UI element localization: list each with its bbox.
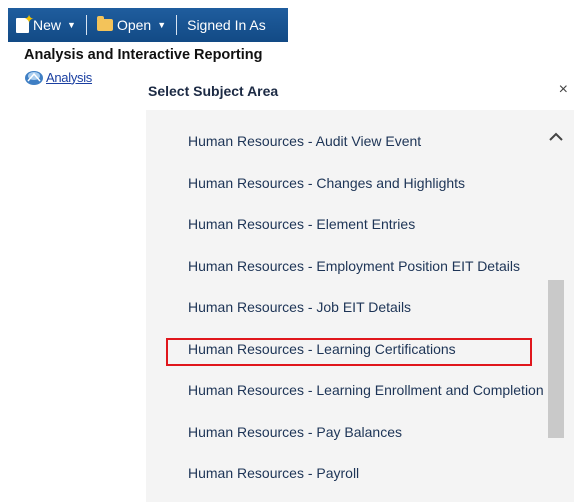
- signed-in-menu[interactable]: Signed In As: [187, 8, 266, 42]
- open-label: Open: [116, 17, 152, 33]
- list-item[interactable]: Human Resources - Pay Balances: [188, 424, 402, 440]
- new-label: New: [33, 17, 62, 33]
- list-item[interactable]: Human Resources - Changes and Highlights: [188, 175, 465, 191]
- list-item[interactable]: Human Resources - Audit View Event: [188, 133, 421, 149]
- scroll-up-arrow-icon[interactable]: [549, 132, 563, 142]
- open-menu-button[interactable]: Open ▼: [96, 8, 167, 42]
- chevron-down-icon: ▼: [67, 20, 76, 30]
- list-item[interactable]: Human Resources - Employment Position EI…: [188, 258, 520, 274]
- analysis-link[interactable]: Analysis: [46, 70, 92, 85]
- list-item[interactable]: Human Resources - Element Entries: [188, 216, 415, 232]
- analysis-icon: [25, 71, 43, 85]
- list-item[interactable]: Human Resources - Learning Enrollment an…: [188, 382, 544, 398]
- list-item[interactable]: Human Resources - Job EIT Details: [188, 299, 411, 315]
- close-icon[interactable]: ×: [559, 82, 568, 98]
- list-item[interactable]: Human Resources - Payroll: [188, 465, 359, 481]
- section-heading: Analysis and Interactive Reporting: [24, 47, 263, 63]
- toolbar-divider: [176, 15, 178, 35]
- select-subject-area-dialog: Select Subject Area × Human Resources - …: [140, 74, 574, 502]
- top-toolbar: ✦ New ▼ Open ▼ Signed In As: [8, 8, 288, 42]
- analysis-create-link[interactable]: Analysis: [24, 68, 92, 86]
- page: ✦ New ▼ Open ▼ Signed In As Analysis and…: [0, 0, 574, 502]
- new-document-icon: ✦: [16, 12, 34, 33]
- vertical-scrollbar[interactable]: [546, 110, 566, 502]
- scrollbar-thumb[interactable]: [548, 280, 564, 438]
- toolbar-divider: [85, 15, 87, 35]
- folder-icon: [96, 16, 113, 31]
- dialog-title: Select Subject Area: [148, 83, 279, 99]
- highlight-annotation-box: [166, 338, 532, 366]
- signed-in-label: Signed In As: [187, 17, 266, 33]
- new-menu-button[interactable]: ✦ New ▼: [16, 8, 76, 42]
- subject-area-list: Human Resources - Audit View Event Human…: [146, 110, 574, 502]
- chevron-down-icon: ▼: [157, 20, 167, 30]
